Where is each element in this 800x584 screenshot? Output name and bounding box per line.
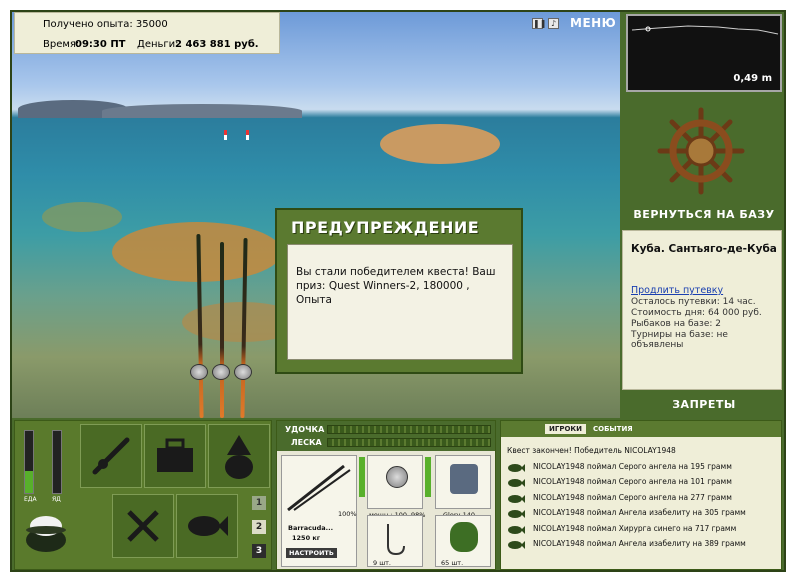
pot-icon[interactable] — [22, 510, 70, 554]
time-value: 09:30 ПТ — [75, 39, 126, 50]
location-panel: Куба. Сантьяго-де-Куба Продлить путевку … — [622, 230, 782, 390]
food-level — [25, 471, 33, 493]
ship-wheel-icon[interactable] — [656, 106, 746, 196]
drink-label: ЯД — [52, 496, 61, 503]
rod-bar-label: УДОЧКА — [285, 425, 325, 434]
bait-caption: 65 шт. — [441, 559, 464, 567]
menu-button[interactable]: МЕНЮ — [570, 16, 616, 30]
warning-dialog[interactable]: ПРЕДУПРЕЖДЕНИЕ Вы стали победителем квес… — [275, 208, 523, 374]
fishing-rod[interactable] — [220, 242, 224, 418]
fish-icon — [508, 525, 525, 534]
sound-icon[interactable]: ♪ — [548, 18, 559, 29]
float-marker — [246, 130, 249, 140]
page-button-1[interactable]: 1 — [252, 496, 266, 510]
bait-icon — [450, 522, 478, 552]
wizard-tile[interactable] — [208, 424, 270, 488]
experience-label: Получено опыта: 35000 — [43, 19, 168, 30]
rod-slot[interactable]: Barracuda... 1250 кг 100% НАСТРОИТЬ — [281, 455, 357, 567]
remaining-time: Осталось путевки: 14 час. — [631, 297, 756, 307]
reel-icon — [190, 364, 208, 380]
bans-button[interactable]: ЗАПРЕТЫ — [630, 398, 778, 411]
fish-icon — [508, 479, 525, 487]
rods-tile[interactable] — [80, 424, 142, 488]
money-value: 2 463 881 руб. — [175, 39, 259, 50]
pause-icon[interactable]: ❚❚ — [532, 18, 546, 29]
depth-graph: 0,49 m — [626, 14, 782, 92]
line-bar-label: ЛЕСКА — [291, 438, 322, 447]
tab-players[interactable]: ИГРОКИ — [545, 424, 586, 434]
rod-durability-bar — [327, 425, 491, 434]
event-item: NICOLAY1948 поймал Ангела изабелиту на 3… — [533, 539, 746, 548]
hook-icon — [387, 524, 405, 556]
line-durability-bar — [327, 438, 491, 447]
rod-percent: 100% — [338, 510, 357, 518]
mountain — [102, 104, 302, 118]
rock — [380, 124, 500, 164]
event-item: NICOLAY1948 поймал Серого ангела на 195 … — [533, 461, 732, 471]
reel-slot[interactable] — [367, 455, 423, 509]
line-slot[interactable] — [435, 455, 491, 509]
dialog-title: ПРЕДУПРЕЖДЕНИЕ — [291, 218, 480, 237]
tackle-panel: УДОЧКА ЛЕСКА Barracuda... 1250 кг 100% Н… — [276, 420, 496, 570]
line-spool-icon — [450, 464, 478, 494]
time-label: Время: — [43, 39, 80, 50]
tab-events[interactable]: СОБЫТИЯ — [589, 424, 637, 434]
hook-caption: 9 шт. — [373, 559, 392, 567]
page-button-3[interactable]: 3 — [252, 544, 266, 558]
event-item: NICOLAY1948 поймал Ангела изабелиту на 3… — [533, 508, 746, 517]
event-item: NICOLAY1948 поймал Хирурга синего на 717… — [533, 523, 737, 533]
fish-icon — [508, 541, 525, 549]
setup-button[interactable]: НАСТРОИТЬ — [286, 548, 337, 558]
event-item: NICOLAY1948 поймал Серого ангела на 101 … — [533, 477, 732, 486]
rod-name: Barracuda... — [288, 524, 334, 532]
rock — [42, 202, 122, 232]
player-info-panel: Получено опыта: 35000 Время: 09:30 ПТ Де… — [14, 12, 280, 54]
food-gauge — [24, 430, 34, 494]
fish-icon — [508, 463, 525, 472]
float-marker — [224, 130, 227, 140]
fish-icon — [508, 510, 525, 518]
fish-icon — [508, 494, 525, 503]
rod-weight: 1250 кг — [292, 534, 321, 542]
events-panel: ИГРОКИ СОБЫТИЯ Квест закончен! Победител… — [500, 420, 782, 570]
utensils-tile[interactable] — [112, 494, 174, 558]
depth-value: 0,49 m — [733, 73, 772, 84]
event-item: Квест закончен! Победитель NICOLAY1948 — [507, 446, 676, 455]
tackle-box-tile[interactable] — [144, 424, 206, 488]
tournaments-status: Турниры на базе: не объявлены — [631, 330, 728, 350]
page-button-2[interactable]: 2 — [252, 520, 266, 534]
money-label: Деньги: — [137, 39, 179, 50]
reel-icon — [386, 466, 408, 488]
reel-icon — [212, 364, 230, 380]
events-tabs — [501, 421, 781, 437]
food-label: ЕДА — [24, 496, 37, 503]
drink-gauge — [52, 430, 62, 494]
rod-condition-bar — [359, 457, 365, 497]
event-item: NICOLAY1948 поймал Серого ангела на 277 … — [533, 492, 732, 502]
return-to-base-button[interactable]: ВЕРНУТЬСЯ НА БАЗУ — [630, 208, 778, 221]
dialog-message: Вы стали победителем квеста! Ваш приз: Q… — [287, 244, 513, 360]
location-city: Куба. Сантьяго-де-Куба — [631, 243, 777, 255]
day-cost: Стоимость дня: 64 000 руб. — [631, 308, 762, 318]
reel-icon — [234, 364, 252, 380]
fish-tile[interactable] — [176, 494, 238, 558]
reel-condition-bar — [425, 457, 431, 497]
extend-trip-link[interactable]: Продлить путевку — [631, 285, 723, 296]
fishers-count: Рыбаков на базе: 2 — [631, 319, 721, 329]
